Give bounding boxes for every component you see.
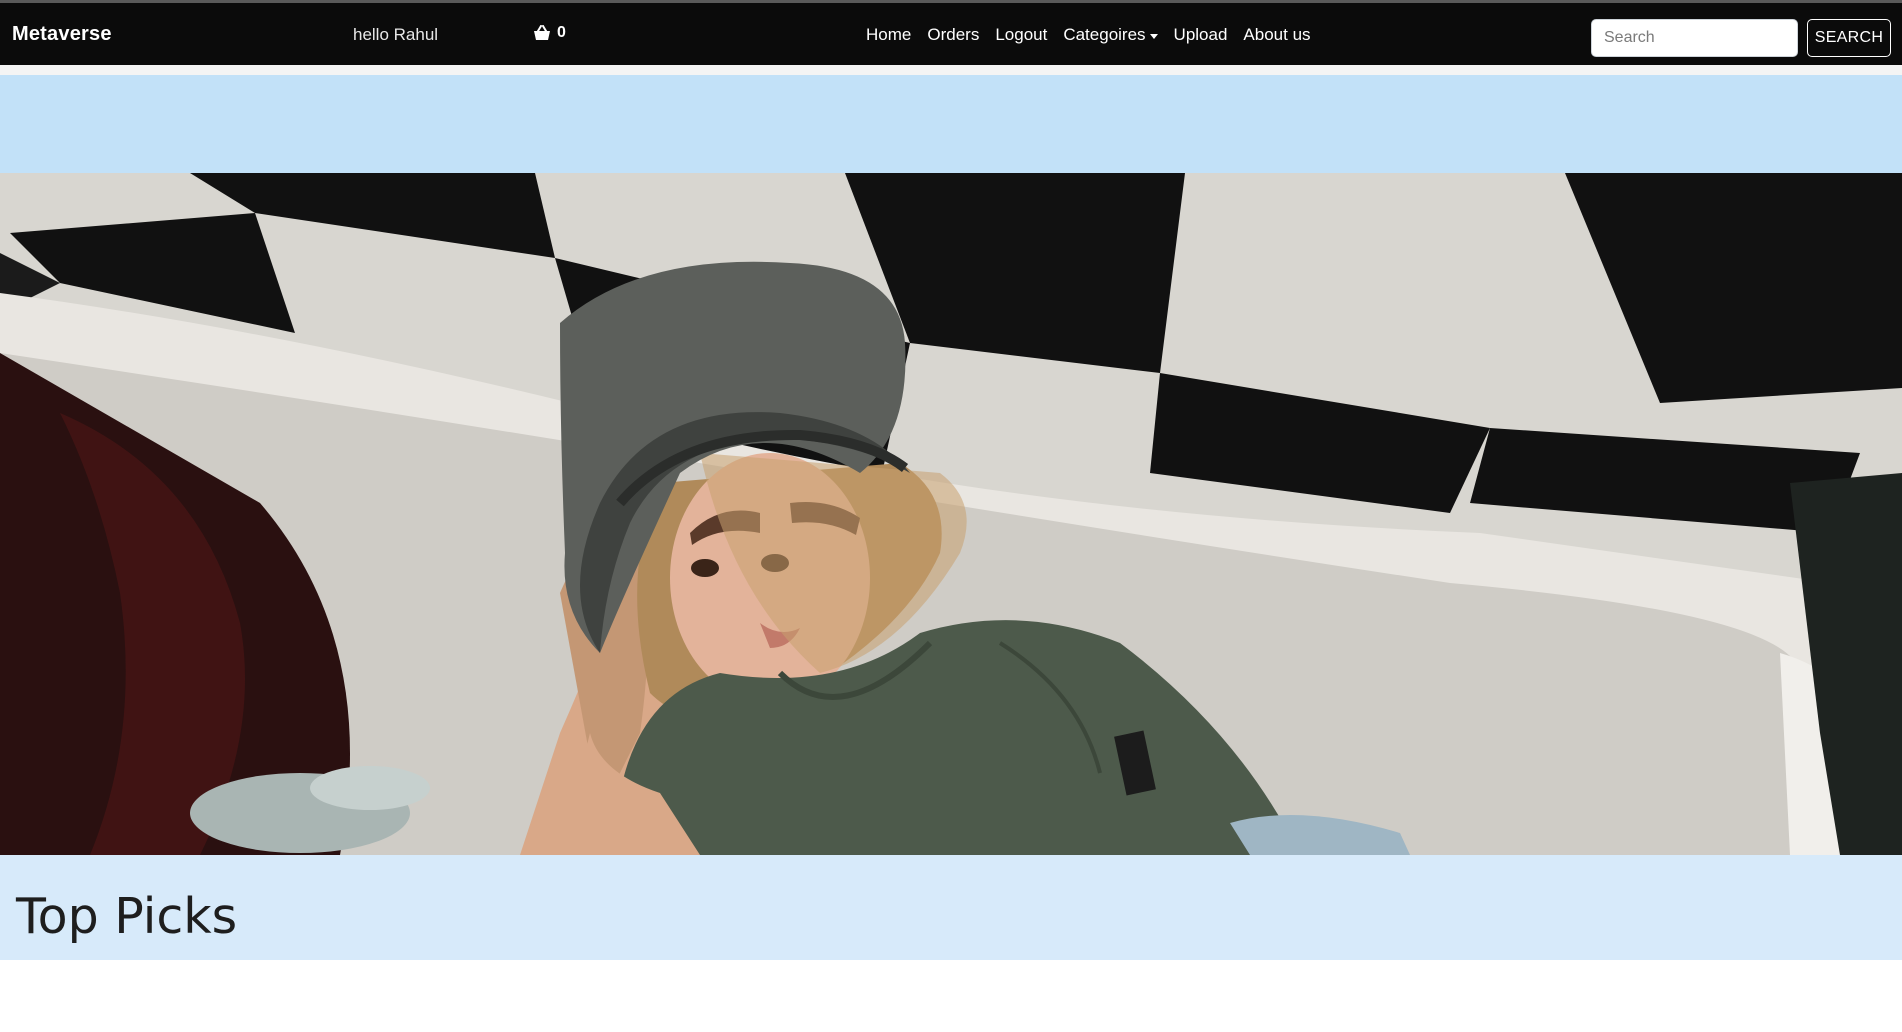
user-greeting: hello Rahul: [353, 25, 439, 44]
nav-link-logout[interactable]: Logout: [995, 25, 1047, 45]
categories-dropdown-label: Categoires: [1063, 25, 1146, 44]
categories-dropdown[interactable]: Categoires: [1063, 25, 1158, 45]
navbar-shadow: [0, 65, 1902, 75]
navbar: Metaverse hello Rahul 0 Home Orders Logo…: [0, 3, 1902, 65]
cart-count: 0: [557, 24, 566, 41]
nav-link-about-us[interactable]: About us: [1243, 25, 1310, 45]
hero-top-band: [0, 75, 1902, 173]
search-input[interactable]: [1591, 19, 1798, 57]
brand-logo[interactable]: Metaverse: [12, 23, 112, 46]
nav-link-upload[interactable]: Upload: [1174, 25, 1228, 45]
search-button[interactable]: SEARCH: [1807, 19, 1891, 57]
nav-links: Home Orders Logout Categoires Upload Abo…: [866, 25, 1311, 45]
nav-link-orders[interactable]: Orders: [927, 25, 979, 45]
cart-button[interactable]: 0: [533, 24, 566, 42]
top-picks-section: [0, 855, 1902, 960]
product-area: [0, 960, 1902, 1032]
hero-image: [0, 173, 1902, 855]
section-title-top-picks: Top Picks: [16, 888, 238, 945]
shopping-basket-icon: [533, 25, 551, 41]
caret-down-icon: [1149, 33, 1158, 39]
nav-link-home[interactable]: Home: [866, 25, 911, 45]
